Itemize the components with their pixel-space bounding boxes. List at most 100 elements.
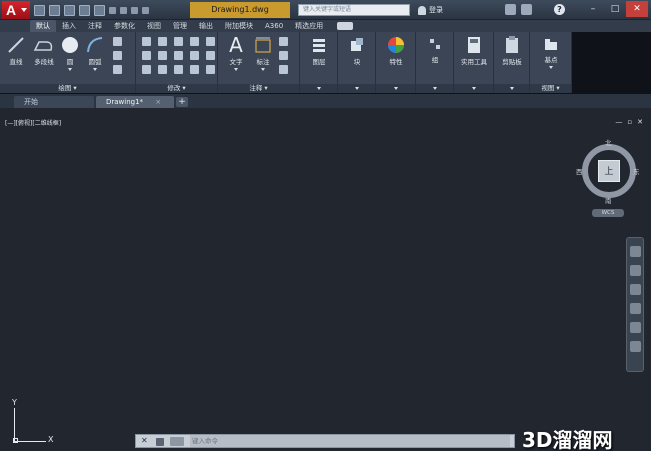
fillet-icon[interactable]: [174, 51, 183, 60]
dimension-button[interactable]: 标注: [252, 36, 274, 71]
tab-featured-apps[interactable]: 精选应用: [289, 20, 329, 32]
tab-home[interactable]: 默认: [30, 20, 56, 32]
panel-label-modify[interactable]: 修改 ▾: [136, 84, 217, 93]
base-point-button[interactable]: 基点: [536, 38, 566, 69]
array-icon[interactable]: [174, 65, 183, 74]
arc-button[interactable]: 圆弧: [84, 36, 106, 71]
clipboard-button[interactable]: 剪贴板: [496, 36, 528, 66]
scale-icon[interactable]: [158, 65, 167, 74]
orbit-icon[interactable]: [629, 303, 641, 314]
video-icon[interactable]: [337, 22, 354, 30]
panel-label-layers[interactable]: [300, 84, 337, 93]
tab-start[interactable]: 开始: [14, 96, 94, 108]
rectangle-icon[interactable]: [113, 37, 122, 46]
print-icon[interactable]: [94, 4, 105, 16]
close-icon[interactable]: ✕: [141, 436, 148, 445]
tab-insert[interactable]: 插入: [56, 20, 82, 32]
panel-label-clipboard[interactable]: [494, 84, 529, 93]
undo-icon[interactable]: [109, 6, 116, 14]
linear-dimension-icon[interactable]: [279, 37, 288, 46]
panel-label-view[interactable]: 视图 ▾: [530, 84, 571, 93]
tab-manage[interactable]: 管理: [167, 20, 193, 32]
panel-label-block[interactable]: [338, 84, 375, 93]
save-icon[interactable]: [64, 4, 75, 16]
redo-icon[interactable]: [120, 6, 127, 14]
login-button[interactable]: 登录: [418, 4, 443, 16]
move-icon[interactable]: [142, 37, 151, 46]
viewport-restore-button[interactable]: ▫: [627, 118, 632, 126]
block-button[interactable]: 块: [344, 36, 370, 66]
panel-label-properties[interactable]: [376, 84, 415, 93]
more-icon[interactable]: [206, 37, 215, 46]
copy-icon[interactable]: [142, 51, 151, 60]
search-input[interactable]: 键入关键字或短语: [298, 4, 410, 16]
new-file-icon[interactable]: [34, 4, 45, 16]
drawing-canvas[interactable]: [—][俯视][二维线框] — ▫ ✕: [0, 108, 651, 451]
save-as-icon[interactable]: [79, 4, 90, 16]
stretch-icon[interactable]: [142, 65, 151, 74]
minimize-button[interactable]: –: [582, 1, 604, 17]
application-menu-button[interactable]: A: [2, 1, 30, 19]
panel-label-utilities[interactable]: [454, 84, 493, 93]
text-button[interactable]: A 文字: [224, 34, 248, 71]
compass-south[interactable]: 南: [605, 195, 612, 205]
tab-drawing1[interactable]: Drawing1* ×: [96, 96, 174, 108]
more-icon[interactable]: [206, 65, 215, 74]
tab-view[interactable]: 视图: [141, 20, 167, 32]
line-button[interactable]: 直线: [5, 36, 27, 66]
new-tab-button[interactable]: +: [176, 97, 188, 107]
share-icon[interactable]: [131, 6, 138, 14]
hatch-icon[interactable]: [113, 51, 122, 60]
panel-label-groups[interactable]: [416, 84, 453, 93]
wcs-menu[interactable]: WCS: [592, 209, 624, 217]
mirror-icon[interactable]: [158, 51, 167, 60]
maximize-button[interactable]: □: [604, 1, 626, 17]
region-icon[interactable]: [113, 65, 122, 74]
cart-icon[interactable]: [505, 4, 516, 15]
viewport-close-button[interactable]: ✕: [637, 118, 643, 126]
viewport-minimize-button[interactable]: —: [615, 118, 622, 126]
groups-button[interactable]: 组: [422, 36, 448, 64]
command-input[interactable]: 键入命令: [190, 435, 510, 447]
autodesk-exchange-icon[interactable]: [521, 4, 532, 15]
steering-wheel-icon[interactable]: [629, 246, 641, 257]
panel-label-annotation[interactable]: 注释 ▾: [218, 84, 299, 93]
explode-icon[interactable]: [190, 51, 199, 60]
navbar-options-icon[interactable]: [629, 341, 641, 352]
open-file-icon[interactable]: [49, 4, 60, 16]
utilities-button[interactable]: 实用工具: [456, 36, 492, 66]
tab-annotate[interactable]: 注释: [82, 20, 108, 32]
rotate-icon[interactable]: [158, 37, 167, 46]
leader-icon[interactable]: [279, 51, 288, 60]
tab-addins[interactable]: 附加模块: [219, 20, 259, 32]
viewcube-top-face[interactable]: 上: [598, 160, 620, 182]
pan-icon[interactable]: [629, 265, 641, 276]
compass-north[interactable]: 北: [605, 137, 612, 147]
help-button[interactable]: ?: [554, 4, 565, 15]
circle-button[interactable]: 圆: [60, 36, 80, 71]
tab-output[interactable]: 输出: [193, 20, 219, 32]
panel-label-draw[interactable]: 绘图 ▾: [0, 84, 135, 93]
more-icon[interactable]: [206, 51, 215, 60]
polyline-button[interactable]: 多段线: [30, 36, 58, 66]
erase-icon[interactable]: [190, 37, 199, 46]
table-icon[interactable]: [279, 65, 288, 74]
layers-button[interactable]: 图层: [306, 36, 332, 66]
close-tab-icon[interactable]: ×: [155, 98, 161, 106]
zoom-icon[interactable]: [629, 284, 641, 295]
viewport-controls-label[interactable]: [—][俯视][二维线框]: [5, 118, 61, 127]
tab-a360[interactable]: A360: [259, 20, 289, 32]
tab-parametric[interactable]: 参数化: [108, 20, 141, 32]
compass-west[interactable]: 西: [576, 166, 583, 176]
offset-icon[interactable]: [190, 65, 199, 74]
close-button[interactable]: ✕: [626, 1, 648, 17]
trim-icon[interactable]: [174, 37, 183, 46]
properties-button[interactable]: 特性: [383, 36, 409, 66]
compass-east[interactable]: 东: [633, 166, 640, 176]
showmotion-icon[interactable]: [629, 322, 641, 333]
command-prompt-icon[interactable]: [170, 437, 184, 446]
qat-dropdown-icon[interactable]: [142, 6, 149, 14]
wrench-icon[interactable]: [156, 438, 164, 446]
draw-tools-grid: [112, 36, 124, 76]
viewcube[interactable]: 上 北 南 东 西: [576, 137, 640, 205]
